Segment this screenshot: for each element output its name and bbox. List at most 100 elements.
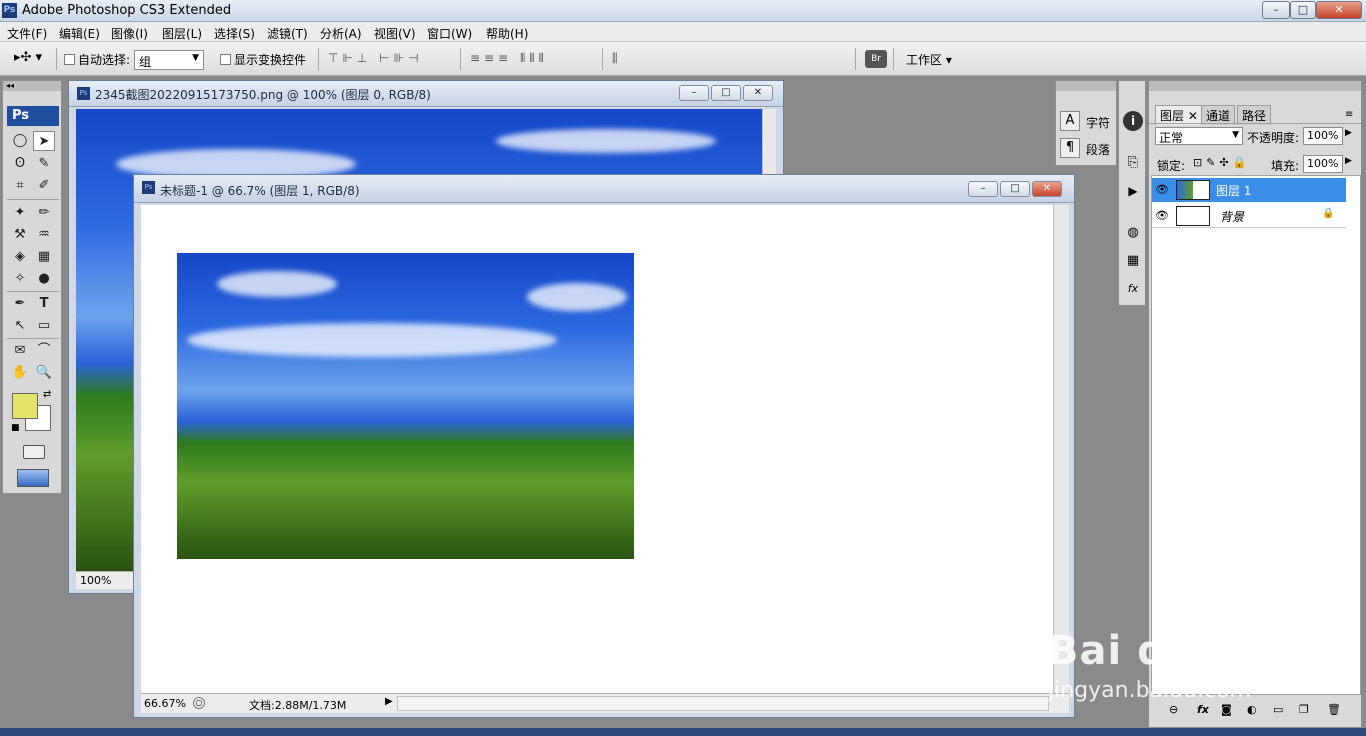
eyedropper-tool-icon[interactable]: ⌒ <box>33 341 55 361</box>
type-tool-icon[interactable]: T <box>33 294 55 314</box>
align-buttons-icon[interactable]: ⊤⊩⊥ ⊢⊪⊣ <box>328 51 423 65</box>
lasso-tool-icon[interactable]: ʘ <box>9 154 31 174</box>
auto-align-icon[interactable]: ⫼ <box>612 51 622 66</box>
history-brush-tool-icon[interactable]: ♒ <box>33 225 55 245</box>
doc-maximize-button[interactable]: □ <box>711 85 741 101</box>
menu-analysis[interactable]: 分析(A) <box>320 25 362 42</box>
slice-tool-icon[interactable]: ✐ <box>33 176 55 196</box>
healing-brush-tool-icon[interactable]: ✦ <box>9 203 31 223</box>
move-tool-icon[interactable]: ▸✣ ▾ <box>14 50 42 65</box>
actions-icon[interactable]: ▶ <box>1123 181 1143 201</box>
tab-channels[interactable]: 通道 <box>1201 105 1236 125</box>
foreground-color-swatch[interactable] <box>12 393 38 419</box>
menu-window[interactable]: 窗口(W) <box>427 25 472 42</box>
document-title-bar[interactable]: Ps 未标题-1 @ 66.7% (图层 1, RGB/8) – □ ✕ <box>134 175 1074 203</box>
layer-name[interactable]: 图层 1 <box>1216 182 1251 199</box>
paragraph-icon[interactable]: ¶ <box>1060 138 1080 158</box>
layer-name[interactable]: 背景 <box>1220 208 1244 225</box>
menu-filter[interactable]: 滤镜(T) <box>267 25 308 42</box>
adjustment-layer-icon[interactable]: ◐ <box>1247 703 1257 716</box>
swap-colors-icon[interactable]: ⇄ <box>43 389 51 400</box>
toolbox-grip[interactable]: ◂◂ <box>3 81 61 91</box>
distribute-buttons-icon[interactable]: ≡≡≡ ⦀⦀⦀ <box>470 51 548 66</box>
notes-tool-icon[interactable]: ✉ <box>9 341 31 361</box>
crop-tool-icon[interactable]: ⌗ <box>9 176 31 196</box>
doc-minimize-button[interactable]: – <box>679 85 709 101</box>
lock-icons[interactable]: ⊡✎✣🔒 <box>1193 156 1250 169</box>
fill-input[interactable]: 100% <box>1303 155 1343 173</box>
brush-tool-icon[interactable]: ✏ <box>33 203 55 223</box>
tab-layers[interactable]: 图层 ✕ <box>1155 105 1203 125</box>
show-transform-checkbox[interactable] <box>220 54 231 65</box>
trash-icon[interactable]: 🗑 <box>1327 703 1341 716</box>
link-layers-icon[interactable]: ⊖ <box>1169 703 1178 716</box>
close-button[interactable]: ✕ <box>1316 1 1362 19</box>
layer-row[interactable]: 👁 图层 1 <box>1152 178 1346 202</box>
clone-stamp-tool-icon[interactable]: ⚒ <box>9 225 31 245</box>
bridge-icon[interactable]: Br <box>865 50 887 68</box>
doc-maximize-button[interactable]: □ <box>1000 181 1030 197</box>
canvas-area[interactable] <box>141 205 1053 693</box>
character-label[interactable]: 字符 <box>1086 114 1110 131</box>
document-window-front[interactable]: Ps 未标题-1 @ 66.7% (图层 1, RGB/8) – □ ✕ 66.… <box>133 174 1075 718</box>
paragraph-label[interactable]: 段落 <box>1086 141 1110 158</box>
auto-select-dropdown[interactable]: 组 ▼ <box>134 50 204 70</box>
menu-image[interactable]: 图像(I) <box>111 25 148 42</box>
menu-layer[interactable]: 图层(L) <box>162 25 202 42</box>
fx-icon[interactable]: fx <box>1123 279 1143 299</box>
styles-icon[interactable]: ▦ <box>1123 251 1143 271</box>
history-icon[interactable]: ⎘ <box>1123 153 1143 173</box>
shape-tool-icon[interactable]: ▭ <box>33 316 55 336</box>
status-menu-arrow-icon[interactable]: ▶ <box>385 696 393 707</box>
eye-icon[interactable]: 👁 <box>1154 182 1170 198</box>
blur-tool-icon[interactable]: ✧ <box>9 269 31 289</box>
panel-grip[interactable] <box>1149 81 1361 91</box>
opacity-input[interactable]: 100% <box>1303 127 1343 145</box>
character-icon[interactable]: A <box>1060 111 1080 131</box>
menu-edit[interactable]: 编辑(E) <box>59 25 100 42</box>
layer-style-icon[interactable]: fx <box>1197 703 1209 716</box>
info-icon[interactable]: i <box>1123 111 1143 131</box>
zoom-level[interactable]: 66.67% <box>144 697 186 710</box>
zoom-tool-icon[interactable]: 🔍 <box>33 363 55 383</box>
new-layer-icon[interactable]: ❐ <box>1299 703 1309 716</box>
gradient-tool-icon[interactable]: ▦ <box>33 247 55 267</box>
workspace-button[interactable]: 工作区 ▾ <box>906 51 952 68</box>
status-info-icon[interactable]: ○ <box>193 697 205 709</box>
panel-grip[interactable] <box>1056 81 1116 91</box>
move-tool-icon[interactable]: ➤ <box>33 131 55 151</box>
pen-tool-icon[interactable]: ✒ <box>9 294 31 314</box>
dodge-tool-icon[interactable]: ● <box>33 269 55 289</box>
panel-menu-icon[interactable]: ≡ <box>1345 109 1353 120</box>
zoom-level[interactable]: 100% <box>80 574 111 587</box>
layer-mask-icon[interactable]: ◙ <box>1221 703 1232 716</box>
path-selection-tool-icon[interactable]: ↖ <box>9 316 31 336</box>
eraser-tool-icon[interactable]: ◈ <box>9 247 31 267</box>
quick-mask-icon[interactable] <box>23 445 45 459</box>
menu-file[interactable]: 文件(F) <box>7 25 47 42</box>
auto-select-checkbox[interactable] <box>64 54 75 65</box>
swatches-icon[interactable]: ◍ <box>1123 223 1143 243</box>
menu-select[interactable]: 选择(S) <box>214 25 255 42</box>
minimize-button[interactable]: – <box>1262 1 1290 19</box>
marquee-tool-icon[interactable]: ◯ <box>9 131 31 151</box>
doc-close-button[interactable]: ✕ <box>1032 181 1062 197</box>
doc-minimize-button[interactable]: – <box>968 181 998 197</box>
menu-view[interactable]: 视图(V) <box>374 25 416 42</box>
opacity-slider-arrow-icon[interactable]: ▶ <box>1345 128 1352 138</box>
eye-icon[interactable]: 👁 <box>1154 208 1170 224</box>
hand-tool-icon[interactable]: ✋ <box>9 363 31 383</box>
magic-wand-tool-icon[interactable]: ✎ <box>33 154 55 174</box>
new-group-icon[interactable]: ▭ <box>1273 703 1283 716</box>
horizontal-scrollbar[interactable] <box>397 696 1049 711</box>
doc-close-button[interactable]: ✕ <box>743 85 773 101</box>
maximize-button[interactable]: □ <box>1290 1 1316 19</box>
screen-mode-icon[interactable] <box>17 469 49 487</box>
blend-mode-dropdown[interactable]: 正常 ▼ <box>1155 127 1243 145</box>
layer-1-wheat-image[interactable] <box>177 253 634 559</box>
tab-paths[interactable]: 路径 <box>1237 105 1272 125</box>
default-colors-icon[interactable]: ■ <box>11 423 20 433</box>
menu-help[interactable]: 帮助(H) <box>486 25 528 42</box>
layer-row[interactable]: 👁 背景 🔒 <box>1152 204 1346 228</box>
document-title-bar[interactable]: Ps 2345截图20220915173750.png @ 100% (图层 0… <box>69 81 783 107</box>
